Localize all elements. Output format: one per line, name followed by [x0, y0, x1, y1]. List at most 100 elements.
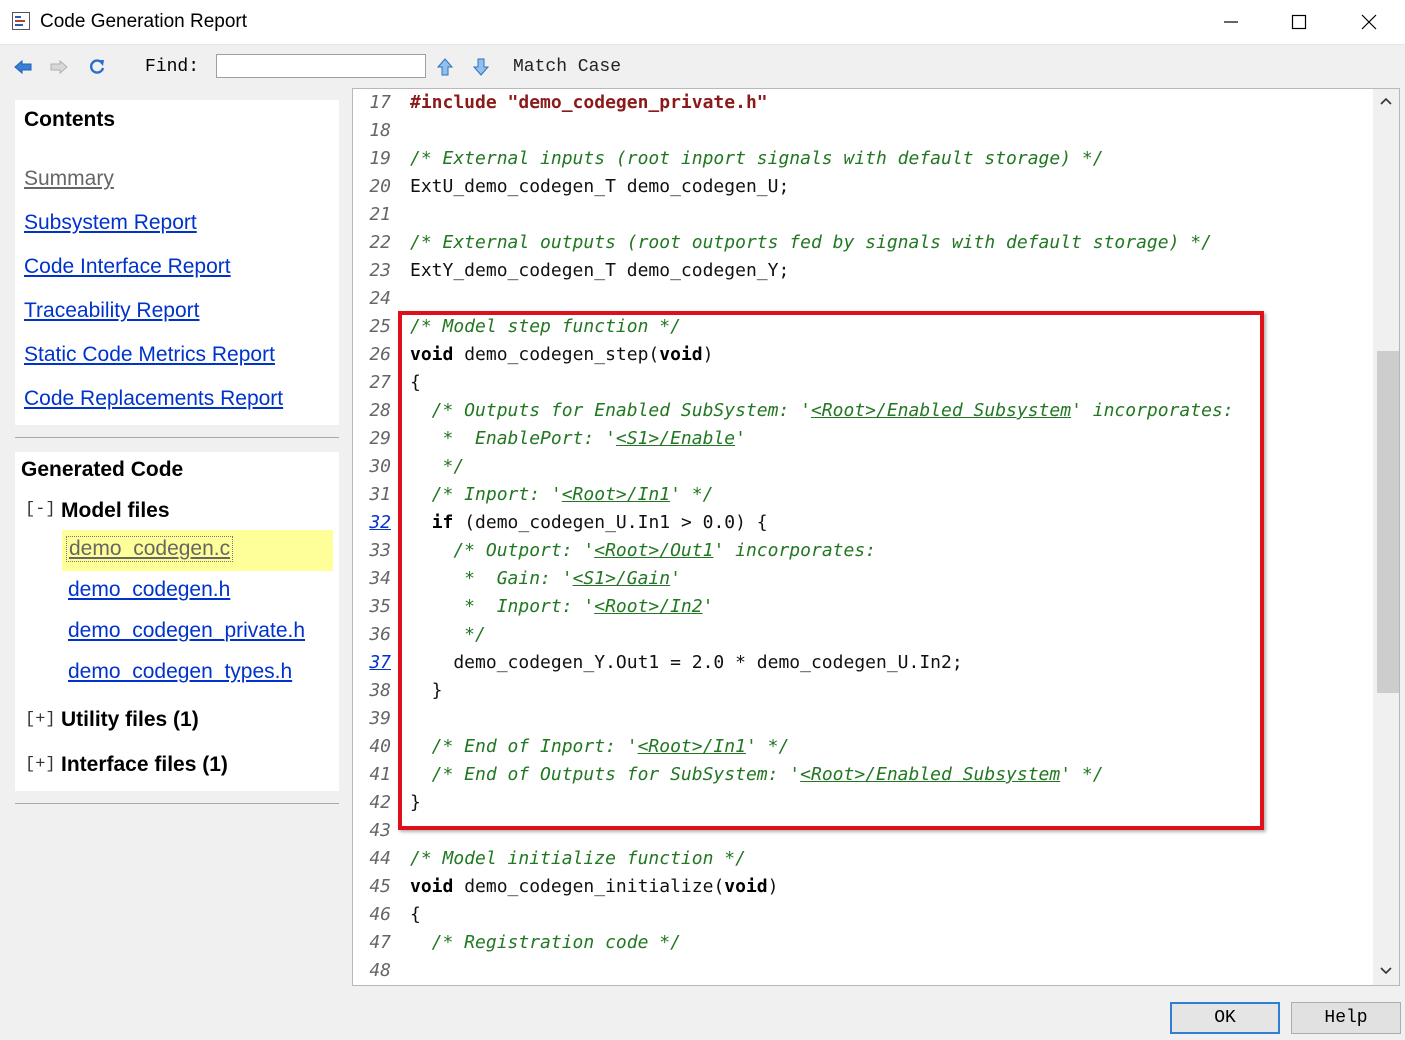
nav-link-code-replacements-report[interactable]: Code Replacements Report [24, 387, 283, 411]
file-link-demo-codegen-c[interactable]: demo_codegen.c [66, 536, 234, 562]
match-case-toggle[interactable]: Match Case [513, 57, 621, 77]
contents-panel: Contents Summary Subsystem Report Code I… [15, 100, 339, 425]
line-number: 25 [369, 316, 391, 337]
code-line: 18 [353, 117, 1373, 145]
model-files-toggle[interactable]: [-] [25, 500, 56, 519]
line-number: 27 [369, 372, 391, 393]
nav-link-subsystem-report[interactable]: Subsystem Report [24, 211, 197, 235]
line-number: 21 [369, 204, 391, 225]
line-number: 18 [369, 120, 391, 141]
line-number: 45 [369, 876, 391, 897]
code-line: 44 /* Model initialize function */ [353, 845, 1373, 873]
scroll-up-icon[interactable] [1380, 97, 1392, 105]
code-line: 46 { [353, 901, 1373, 929]
scroll-down-icon[interactable] [1380, 967, 1392, 975]
code-text: /* Registration code */ [410, 932, 681, 953]
line-number: 34 [369, 568, 391, 589]
file-item-selected[interactable]: demo_codegen.c [62, 530, 333, 571]
code-line: 19 /* External inputs (root inport signal… [353, 145, 1373, 173]
code-line: 17 #include "demo_codegen_private.h" [353, 89, 1373, 117]
ok-button[interactable]: OK [1170, 1002, 1280, 1034]
line-number: 23 [369, 260, 391, 281]
line-number: 38 [369, 680, 391, 701]
highlight-annotation-box [398, 311, 1264, 830]
nav-link-traceability-report[interactable]: Traceability Report [24, 299, 199, 323]
line-number: 29 [369, 428, 391, 449]
utility-files-toggle[interactable]: [+] [25, 710, 56, 729]
utility-files-heading[interactable]: Utility files (1) [61, 708, 199, 732]
interface-files-heading[interactable]: Interface files (1) [61, 753, 228, 777]
line-number: 44 [369, 848, 391, 869]
nav-link-summary[interactable]: Summary [24, 167, 114, 191]
code-line: 20 ExtU_demo_codegen_T demo_codegen_U; [353, 173, 1373, 201]
line-number: 17 [369, 92, 391, 113]
nav-link-static-code-metrics-report[interactable]: Static Code Metrics Report [24, 343, 275, 367]
line-number: 33 [369, 540, 391, 561]
line-number: 31 [369, 484, 391, 505]
close-button[interactable] [1334, 0, 1404, 44]
maximize-button[interactable] [1264, 0, 1334, 44]
code-text: void demo_codegen_initialize(void) [410, 876, 779, 897]
line-number: 28 [369, 400, 391, 421]
maximize-icon [1291, 14, 1307, 30]
code-line: 21 [353, 201, 1373, 229]
line-number: 43 [369, 820, 391, 841]
line-number: 26 [369, 344, 391, 365]
code-text: { [410, 904, 421, 925]
forward-button[interactable] [48, 56, 70, 78]
file-link-demo-codegen-h[interactable]: demo_codegen.h [68, 578, 230, 602]
line-number: 24 [369, 288, 391, 309]
line-number: 46 [369, 904, 391, 925]
line-number: 40 [369, 736, 391, 757]
arrow-up-icon [437, 58, 453, 76]
generated-code-title: Generated Code [21, 458, 184, 481]
code-text: /* External inputs (root inport signals … [410, 148, 1104, 169]
find-previous-button[interactable] [434, 56, 456, 78]
code-view[interactable]: 17 #include "demo_codegen_private.h" 18 19 /… [352, 88, 1400, 986]
line-number: 19 [369, 148, 391, 169]
code-text: #include "demo_codegen_private.h" [410, 92, 768, 113]
line-number: 20 [369, 176, 391, 197]
vertical-scrollbar[interactable] [1373, 89, 1399, 985]
back-button[interactable] [12, 56, 34, 78]
line-number: 35 [369, 596, 391, 617]
refresh-button[interactable] [86, 56, 108, 78]
line-number-link[interactable]: 37 [353, 649, 391, 677]
toolbar [0, 45, 1405, 89]
find-next-button[interactable] [470, 56, 492, 78]
line-number: 22 [369, 232, 391, 253]
model-files-heading[interactable]: Model files [61, 499, 170, 523]
refresh-icon [90, 59, 105, 74]
line-number: 39 [369, 708, 391, 729]
forward-arrow-icon [50, 59, 68, 75]
generated-code-panel: Generated Code [-] Model files demo_code… [15, 452, 339, 791]
code-line: 47 /* Registration code */ [353, 929, 1373, 957]
scrollbar-thumb[interactable] [1377, 351, 1399, 693]
line-number: 47 [369, 932, 391, 953]
file-link-demo-codegen-private-h[interactable]: demo_codegen_private.h [68, 619, 305, 643]
line-number: 30 [369, 456, 391, 477]
line-number: 42 [369, 792, 391, 813]
title-bar: Code Generation Report [0, 0, 1405, 45]
code-text: /* Model initialize function */ [410, 848, 746, 869]
code-line: 24 [353, 285, 1373, 313]
help-button[interactable]: Help [1291, 1002, 1401, 1034]
code-text: ExtY_demo_codegen_T demo_codegen_Y; [410, 260, 790, 281]
line-number: 48 [369, 960, 391, 981]
code-line: 48 [353, 957, 1373, 985]
minimize-button[interactable] [1196, 0, 1266, 44]
interface-files-toggle[interactable]: [+] [25, 755, 56, 774]
nav-link-code-interface-report[interactable]: Code Interface Report [24, 255, 231, 279]
file-link-demo-codegen-types-h[interactable]: demo_codegen_types.h [68, 660, 292, 684]
arrow-down-icon [473, 58, 489, 76]
line-number: 41 [369, 764, 391, 785]
app-icon [12, 12, 30, 30]
line-number: 36 [369, 624, 391, 645]
find-input[interactable] [216, 54, 426, 78]
line-number-link[interactable]: 32 [353, 509, 391, 537]
contents-title: Contents [24, 108, 115, 131]
back-arrow-icon [14, 59, 32, 75]
code-text: /* External outputs (root outports fed b… [410, 232, 1212, 253]
code-line: 22 /* External outputs (root outports fed… [353, 229, 1373, 257]
panel-divider [15, 803, 339, 804]
